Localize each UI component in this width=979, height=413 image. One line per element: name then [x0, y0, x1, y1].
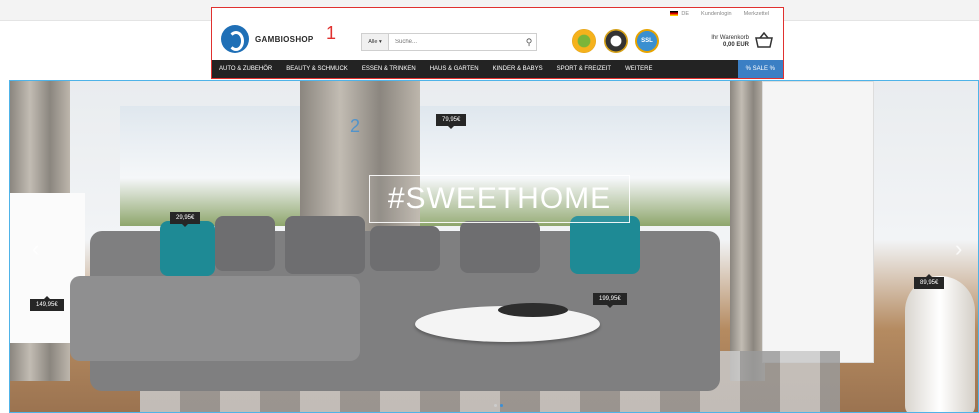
flag-de-icon: [670, 11, 679, 17]
search-bar: Alle ▾ ⚲: [361, 33, 537, 51]
shop-header: DE Kundenlogin Merkzettel GAMBIOSHOP 1 A…: [211, 7, 784, 79]
cushion-teal-left: [160, 221, 215, 276]
hero-slider[interactable]: #SWEETHOME 2 79,95€ 29,95€ 149,95€ 199,9…: [9, 80, 979, 413]
cushion: [215, 216, 275, 271]
main-navigation: AUTO & ZUBEHÖR BEAUTY & SCHMUCK ESSEN & …: [212, 60, 783, 78]
price-tag[interactable]: 199,95€: [593, 293, 627, 308]
trusted-badge-icon[interactable]: [572, 29, 596, 53]
basket-icon[interactable]: [755, 32, 773, 48]
search-category-select[interactable]: Alle ▾: [362, 34, 389, 50]
slider-dot[interactable]: [494, 404, 497, 407]
logo-icon: [221, 25, 249, 53]
nav-item-kinder[interactable]: KINDER & BABYS: [486, 66, 550, 72]
logo-text: GAMBIOSHOP: [255, 34, 314, 44]
sofa-chaise: [70, 276, 360, 361]
slider-dots: [494, 404, 503, 407]
language-label: DE: [681, 11, 690, 17]
bowl: [498, 303, 568, 317]
cushion: [370, 226, 440, 271]
glass-door: [762, 81, 874, 363]
cart-summary[interactable]: Ihr Warenkorb 0,00 EUR: [711, 35, 749, 49]
nav-item-weitere[interactable]: WEITERE: [618, 66, 659, 72]
annotation-number-1: 1: [326, 23, 337, 43]
cart-total: 0,00 EUR: [722, 42, 749, 48]
utility-bar: DE Kundenlogin Merkzettel: [670, 11, 769, 17]
search-input[interactable]: [389, 34, 522, 50]
notepad-link[interactable]: Merkzettel: [744, 11, 769, 17]
nav-item-sale[interactable]: % SALE %: [737, 60, 783, 78]
login-link[interactable]: Kundenlogin: [701, 11, 732, 17]
cart-label: Ihr Warenkorb: [711, 35, 749, 41]
cushion: [285, 216, 365, 274]
cushion: [460, 221, 540, 273]
price-tag[interactable]: 149,95€: [30, 296, 64, 311]
hero-headline[interactable]: #SWEETHOME: [369, 175, 630, 223]
slider-dot-active[interactable]: [500, 404, 503, 407]
nav-item-auto[interactable]: AUTO & ZUBEHÖR: [212, 66, 279, 72]
nav-item-beauty[interactable]: BEAUTY & SCHMUCK: [279, 66, 355, 72]
price-tag[interactable]: 79,95€: [436, 114, 467, 129]
nav-item-haus[interactable]: HAUS & GARTEN: [423, 66, 486, 72]
nav-item-essen[interactable]: ESSEN & TRINKEN: [355, 66, 423, 72]
slider-prev-icon[interactable]: ‹: [32, 236, 39, 262]
cushion-teal-right: [570, 216, 640, 274]
price-tag[interactable]: 89,95€: [914, 274, 945, 289]
ehi-seal-icon[interactable]: [604, 29, 628, 53]
language-switch[interactable]: DE: [670, 11, 689, 17]
annotation-number-2: 2: [350, 116, 361, 136]
ssl-seal-icon[interactable]: SSL: [635, 29, 659, 53]
search-icon[interactable]: ⚲: [522, 37, 536, 48]
price-tag[interactable]: 29,95€: [170, 212, 201, 227]
vase: [905, 276, 975, 412]
curtain-right: [730, 81, 765, 381]
slider-next-icon[interactable]: ›: [955, 236, 962, 262]
logo[interactable]: GAMBIOSHOP: [221, 25, 314, 53]
nav-item-sport[interactable]: SPORT & FREIZEIT: [550, 66, 618, 72]
